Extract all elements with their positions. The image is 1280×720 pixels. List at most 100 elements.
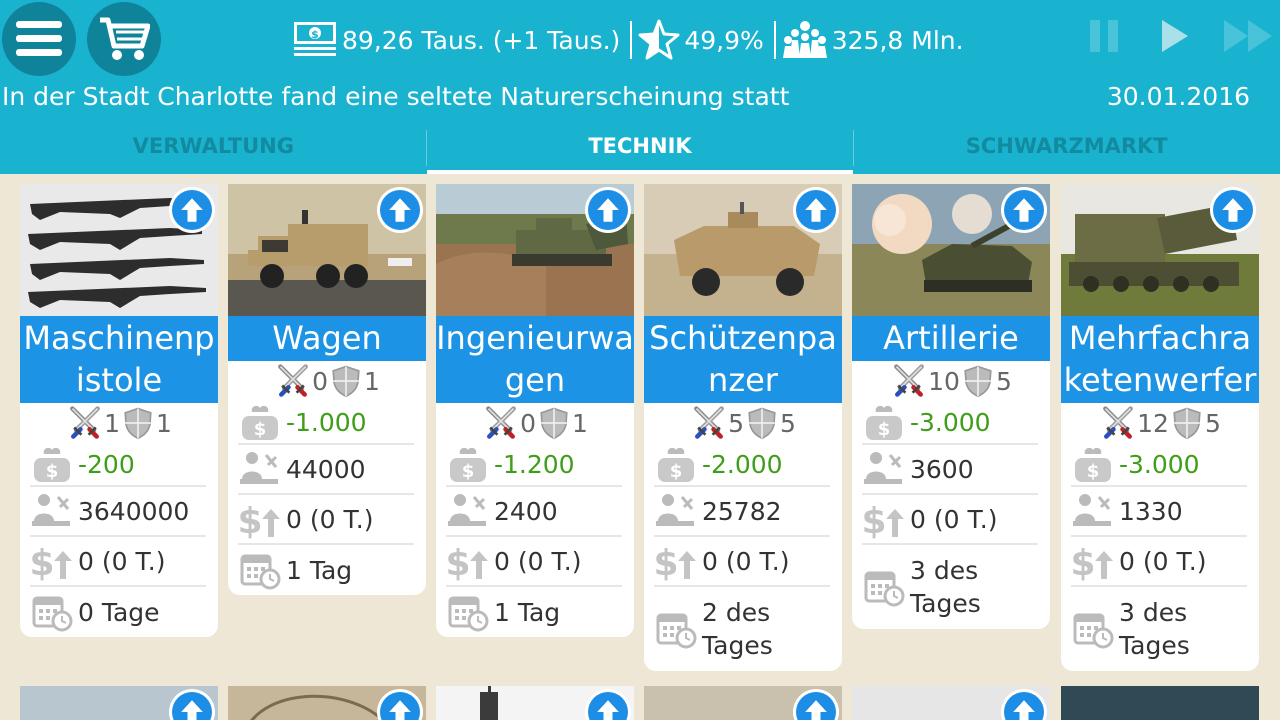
upgrade-button[interactable] xyxy=(585,187,631,233)
upgrade-button[interactable] xyxy=(377,689,423,720)
crew-row: 1330 xyxy=(1071,487,1247,537)
unit-card-partial[interactable] xyxy=(436,686,634,720)
tab-schwarzmarkt[interactable]: SCHWARZMARKT xyxy=(853,126,1280,174)
fast-forward-icon[interactable] xyxy=(1222,16,1276,56)
worker-icon xyxy=(446,491,490,531)
unit-card-infantry-fighting-vehicle[interactable]: Schützenpa nzer 5 5 -2.000 25782 0 (0 T.… xyxy=(644,184,842,671)
tab-bar: VERWALTUNG TECHNIK SCHWARZMARKT xyxy=(0,126,1280,174)
time-row: 1 Tag xyxy=(446,587,622,637)
cost-row: -3.000 xyxy=(862,401,1038,445)
menu-button[interactable] xyxy=(2,2,76,76)
dollar-up-icon xyxy=(1071,541,1115,581)
swords-icon xyxy=(275,363,311,399)
attack-defense: 10 5 xyxy=(852,361,1050,401)
crew-row: 3600 xyxy=(862,445,1038,495)
attack-value: 0 xyxy=(312,366,328,396)
cart-icon xyxy=(100,17,150,60)
arrow-up-icon xyxy=(382,192,418,228)
money-bag-icon xyxy=(30,444,74,484)
population-value: 325,8 Mln. xyxy=(831,25,964,55)
shield-icon xyxy=(329,364,363,398)
attack-defense: 0 1 xyxy=(436,403,634,443)
cost-row: -1.000 xyxy=(238,401,414,445)
cost-row: -200 xyxy=(30,443,206,487)
unit-image xyxy=(852,184,1050,316)
unit-card-partial[interactable] xyxy=(1061,686,1259,720)
calendar-icon xyxy=(654,609,698,649)
arrow-up-icon xyxy=(1006,192,1042,228)
unit-name: Wagen xyxy=(228,316,426,361)
arrow-up-icon xyxy=(798,694,834,720)
unit-card-partial[interactable] xyxy=(852,686,1050,720)
time-row: 0 Tage xyxy=(30,587,206,637)
money-bag-icon xyxy=(1071,444,1115,484)
unit-image xyxy=(436,184,634,316)
arrow-up-icon xyxy=(1006,694,1042,720)
unit-image xyxy=(1061,184,1259,316)
time-row: 2 des Tages xyxy=(654,587,830,671)
unit-card-machine-pistol[interactable]: Maschinenp istole 1 1 -200 3640000 0 (0 … xyxy=(20,184,218,637)
money-value: 89,26 Taus. (+1 Taus.) xyxy=(342,25,621,55)
defense-value: 5 xyxy=(1204,408,1221,438)
upgrade-button[interactable] xyxy=(377,187,423,233)
cost-row: -1.200 xyxy=(446,443,622,487)
money-bag-icon xyxy=(654,444,698,484)
upgrade-button[interactable] xyxy=(169,187,215,233)
defense-value: 1 xyxy=(156,408,172,438)
unit-card-partial[interactable] xyxy=(644,686,842,720)
dollar-up-icon xyxy=(30,541,74,581)
rating-stat: 49,9% xyxy=(638,19,764,61)
unit-card-artillery[interactable]: Artillerie 10 5 -3.000 3600 0 (0 T.) 3 d… xyxy=(852,184,1050,629)
unit-card-rocket-launcher[interactable]: Mehrfachra ketenwerfer 12 5 -3.000 1330 … xyxy=(1061,184,1259,671)
money-bag-icon xyxy=(862,402,906,442)
star-icon xyxy=(638,19,680,60)
tab-divider xyxy=(853,130,854,166)
tab-divider xyxy=(426,130,427,166)
cost-row: -2.000 xyxy=(654,443,830,487)
upgrade-button[interactable] xyxy=(793,689,839,720)
upgrade-button[interactable] xyxy=(1210,187,1256,233)
svg-text:$: $ xyxy=(311,28,319,41)
tab-verwaltung[interactable]: VERWALTUNG xyxy=(0,126,427,174)
unit-card-engineer-vehicle[interactable]: Ingenieurwa gen 0 1 -1.200 2400 0 (0 T.)… xyxy=(436,184,634,637)
shop-button[interactable] xyxy=(87,2,161,76)
unit-card-partial[interactable] xyxy=(228,686,426,720)
tab-technik[interactable]: TECHNIK xyxy=(426,126,854,174)
shield-icon xyxy=(745,406,779,440)
unit-name: Mehrfachra ketenwerfer xyxy=(1061,316,1259,403)
calendar-icon xyxy=(862,567,906,607)
worker-icon xyxy=(30,491,74,531)
play-icon[interactable] xyxy=(1160,16,1190,56)
unit-card-partial[interactable] xyxy=(20,686,218,720)
unit-name: Maschinenp istole xyxy=(20,316,218,403)
upgrade-button[interactable] xyxy=(793,187,839,233)
arrow-up-icon xyxy=(174,694,210,720)
swords-icon xyxy=(691,405,727,441)
calendar-icon xyxy=(1071,609,1115,649)
unit-image xyxy=(644,184,842,316)
shield-icon xyxy=(121,406,155,440)
population-icon xyxy=(782,21,827,58)
money-icon: $ xyxy=(294,22,336,56)
top-bar: $ 89,26 Taus. (+1 Taus.) 49,9% 325,8 Mln… xyxy=(0,0,1280,174)
upgrade-button[interactable] xyxy=(1001,187,1047,233)
upgrade-button[interactable] xyxy=(1001,689,1047,720)
crew-row: 25782 xyxy=(654,487,830,537)
swords-icon xyxy=(891,363,927,399)
defense-value: 5 xyxy=(995,366,1012,396)
worker-icon xyxy=(238,449,282,489)
money-stat: $ 89,26 Taus. (+1 Taus.) xyxy=(292,20,620,60)
arrow-up-icon xyxy=(798,192,834,228)
unit-card-truck[interactable]: Wagen 0 1 -1.000 44000 0 (0 T.) 1 Tag xyxy=(228,184,426,595)
shield-icon xyxy=(537,406,571,440)
attack-defense: 12 5 xyxy=(1061,403,1259,443)
defense-value: 1 xyxy=(364,366,380,396)
shield-icon xyxy=(1170,406,1204,440)
pause-icon[interactable] xyxy=(1090,16,1120,56)
arrow-up-icon xyxy=(590,192,626,228)
upgrade-button[interactable] xyxy=(585,689,631,720)
time-row: 1 Tag xyxy=(238,545,414,595)
attack-value: 1 xyxy=(104,408,120,438)
defense-value: 1 xyxy=(572,408,588,438)
upgrade-button[interactable] xyxy=(169,689,215,720)
